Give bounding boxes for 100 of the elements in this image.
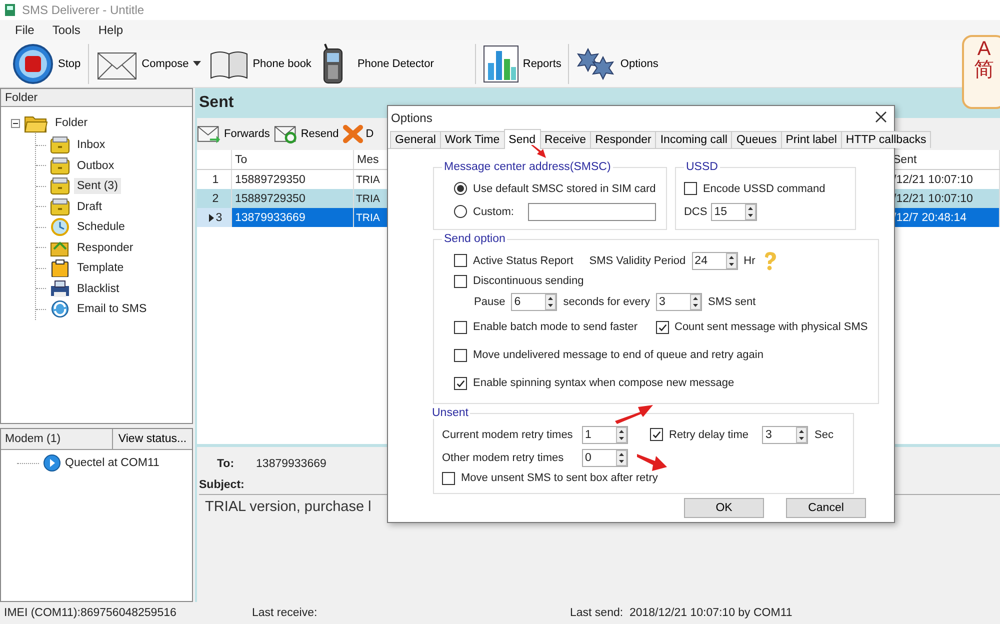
checkbox[interactable] bbox=[454, 274, 467, 288]
row-number: 1 bbox=[212, 174, 219, 186]
annotation-arrow bbox=[530, 145, 546, 158]
spin-arrows-icon[interactable] bbox=[545, 294, 556, 310]
delete-icon bbox=[342, 123, 363, 145]
tab[interactable]: Print label bbox=[780, 131, 842, 148]
tree-item[interactable]: Draft bbox=[74, 198, 105, 215]
field-label: Current modem retry times bbox=[442, 428, 574, 440]
tree-item[interactable]: Inbox bbox=[74, 137, 108, 154]
checkbox[interactable] bbox=[454, 348, 467, 362]
toolbar-button[interactable]: Stop bbox=[8, 42, 85, 84]
tree-item[interactable]: Folder bbox=[52, 115, 91, 131]
other-retry-field[interactable]: 0 bbox=[582, 448, 628, 466]
tab[interactable]: HTTP callbacks bbox=[840, 131, 932, 148]
drawer-icon bbox=[50, 177, 70, 196]
retry-times-field[interactable]: 1 bbox=[582, 426, 628, 444]
spin-arrows-icon[interactable] bbox=[616, 450, 627, 466]
envelope-refresh-icon bbox=[274, 123, 298, 145]
view-title: Sent bbox=[198, 93, 234, 113]
field-label: SMS Validity Period bbox=[589, 254, 686, 266]
checkbox[interactable] bbox=[656, 320, 668, 334]
clock-icon bbox=[50, 218, 70, 236]
unit-label: SMS sent bbox=[708, 296, 756, 308]
validity-field[interactable]: 24 bbox=[692, 252, 738, 270]
tab[interactable]: Queues bbox=[731, 131, 782, 148]
checkbox[interactable] bbox=[650, 428, 663, 441]
field-label: Pause bbox=[474, 296, 506, 308]
status-text: Last receive: bbox=[252, 607, 318, 619]
action-button[interactable]: D bbox=[342, 123, 376, 145]
action-button[interactable]: Forwards bbox=[197, 123, 272, 145]
panel-header: Modem (1) bbox=[4, 432, 62, 447]
tab[interactable]: Send bbox=[504, 129, 541, 149]
field-label: Other modem retry times bbox=[442, 452, 565, 464]
dcs-field[interactable]: 15 bbox=[711, 202, 758, 220]
status-text: Last send: 2018/12/21 10:07:10 by COM11 bbox=[570, 607, 792, 619]
field-label: To: bbox=[217, 458, 234, 470]
window-title: SMS Deliverer - Untitle bbox=[22, 3, 144, 17]
group-title: Send option bbox=[443, 233, 506, 245]
ime-label: A bbox=[977, 39, 991, 60]
count-field[interactable]: 3 bbox=[656, 292, 702, 310]
row-pointer-icon bbox=[208, 214, 214, 222]
menu-item[interactable]: Tools bbox=[43, 23, 90, 37]
bar-chart-icon bbox=[482, 44, 519, 82]
gears-icon bbox=[576, 46, 616, 80]
dialog-button[interactable]: Cancel bbox=[786, 498, 866, 518]
dialog-button[interactable]: OK bbox=[684, 498, 764, 518]
message-body: TRIAL version, purchase l bbox=[205, 499, 372, 515]
modem-item[interactable]: Quectel at COM11 bbox=[65, 457, 160, 469]
menu-item[interactable]: Help bbox=[89, 23, 132, 37]
tab[interactable]: Work Time bbox=[440, 131, 505, 148]
menu-item[interactable]: File bbox=[6, 23, 44, 37]
row-number: 2 bbox=[212, 192, 219, 204]
toolbar-button[interactable]: Options bbox=[572, 46, 662, 80]
field-value: 13879933669 bbox=[256, 458, 326, 470]
delay-field[interactable]: 3 bbox=[762, 426, 808, 444]
toolbar-button[interactable]: Reports bbox=[478, 44, 566, 82]
checkbox[interactable] bbox=[454, 254, 467, 267]
checkbox[interactable] bbox=[454, 376, 467, 390]
field-label: DCS bbox=[684, 206, 708, 218]
clipboard-icon bbox=[50, 259, 70, 278]
tree-item[interactable]: Sent (3) bbox=[74, 178, 121, 194]
tree-item[interactable]: Outbox bbox=[74, 158, 118, 174]
checkbox[interactable] bbox=[684, 182, 697, 195]
toolbar-button[interactable]: Phone book bbox=[204, 48, 316, 80]
radio-button[interactable] bbox=[454, 205, 467, 218]
annotation-arrow bbox=[614, 404, 654, 424]
app-icon bbox=[4, 3, 16, 17]
radio-button[interactable] bbox=[454, 182, 467, 195]
unit-label: Sec bbox=[814, 428, 834, 440]
spin-arrows-icon[interactable] bbox=[745, 204, 756, 220]
toolbar-button[interactable]: Compose bbox=[92, 46, 205, 80]
checkbox-label: Enable spinning syntax when compose new message bbox=[473, 377, 734, 389]
custom-smsc-field[interactable] bbox=[528, 202, 656, 220]
drawer-icon bbox=[50, 156, 70, 175]
tree-item[interactable]: Email to SMS bbox=[74, 301, 150, 318]
tab[interactable]: Incoming call bbox=[655, 131, 732, 148]
checkbox[interactable] bbox=[442, 472, 455, 484]
tree-item[interactable]: Blacklist bbox=[74, 280, 122, 297]
column-header[interactable]: To bbox=[232, 150, 354, 169]
group-title: Message center address(SMSC) bbox=[443, 161, 612, 173]
pause-field[interactable]: 6 bbox=[511, 292, 558, 310]
checkbox[interactable] bbox=[454, 320, 467, 334]
toolbar-button[interactable]: Phone Detector bbox=[315, 42, 438, 84]
action-button[interactable]: Resend bbox=[274, 123, 341, 145]
tree-item[interactable]: Schedule bbox=[74, 219, 128, 236]
tree-item[interactable]: Template bbox=[74, 260, 127, 276]
tab[interactable]: General bbox=[390, 131, 441, 148]
spin-arrows-icon[interactable] bbox=[796, 426, 808, 442]
tab[interactable]: Receive bbox=[540, 131, 592, 148]
group-title: USSD bbox=[684, 161, 719, 173]
checkbox-label: Active Status Report bbox=[473, 254, 574, 266]
spin-arrows-icon[interactable] bbox=[726, 252, 737, 268]
collapse-icon[interactable] bbox=[11, 118, 20, 128]
tree-item[interactable]: Responder bbox=[74, 240, 136, 256]
unit-label: Hr bbox=[744, 254, 756, 266]
spin-arrows-icon[interactable] bbox=[616, 426, 627, 442]
tab[interactable]: Responder bbox=[590, 131, 656, 148]
spin-arrows-icon[interactable] bbox=[690, 294, 702, 310]
sync-icon bbox=[50, 300, 70, 318]
ime-widget[interactable]: A 简 bbox=[962, 35, 1000, 109]
